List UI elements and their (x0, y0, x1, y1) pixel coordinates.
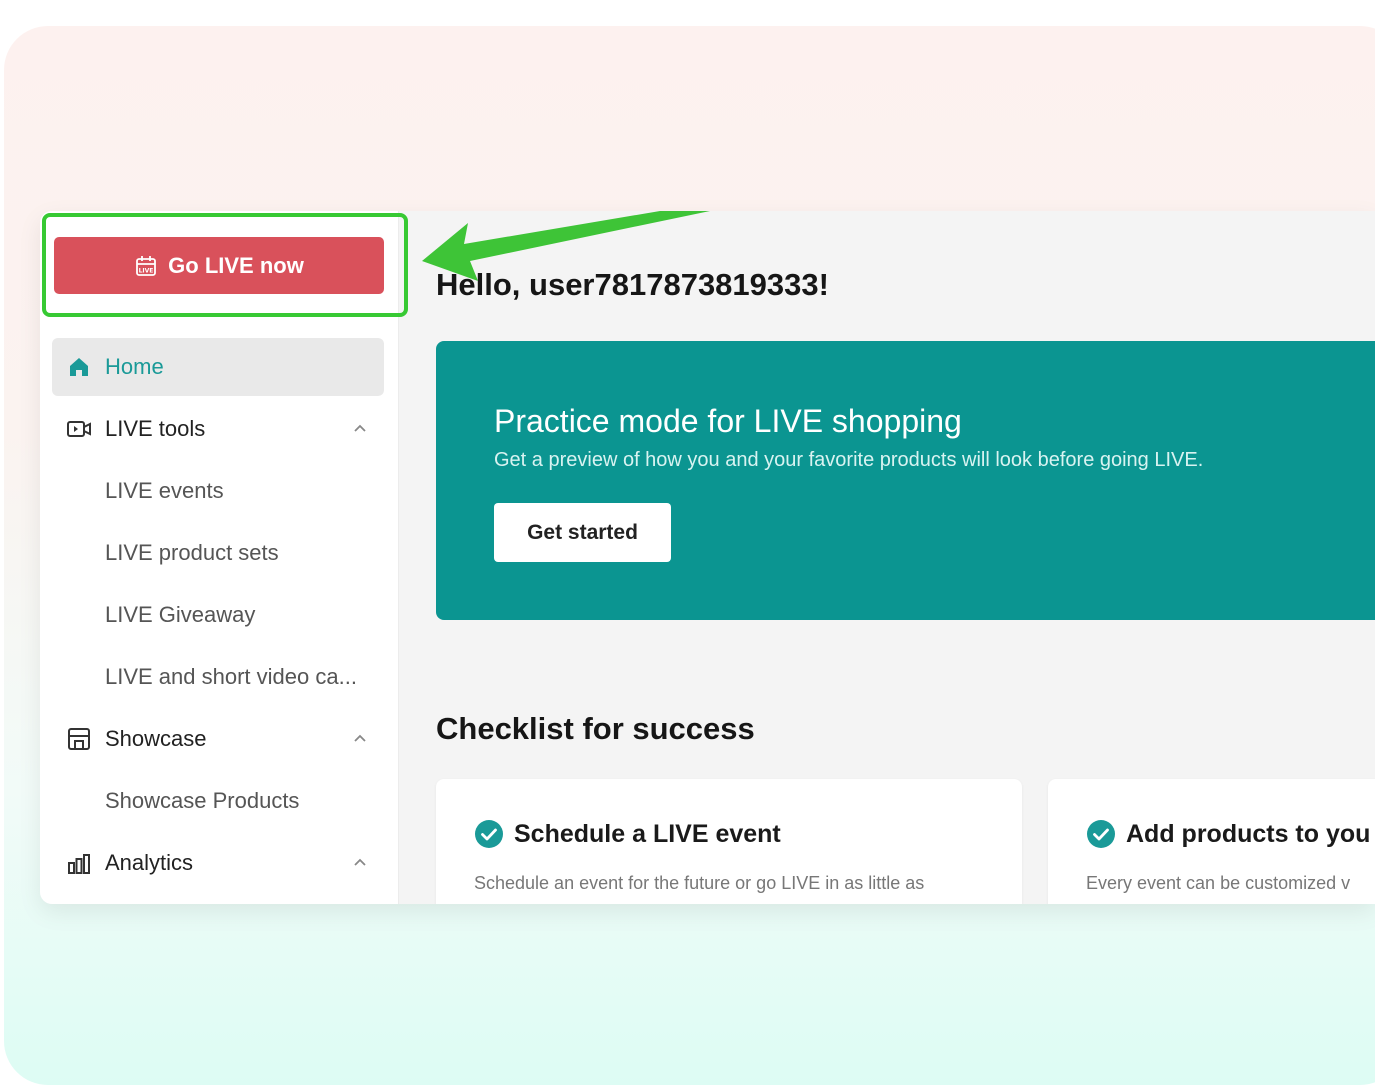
sidebar-item-label: Home (105, 354, 164, 379)
sidebar-nav: Home LIVE tools LIVE events LIVE product… (52, 338, 384, 896)
card-description: Every event can be customized v (1086, 873, 1351, 893)
checklist-title: Checklist for success (436, 711, 755, 746)
sidebar-item-label: LIVE Giveaway (105, 602, 256, 627)
app-window: LIVE Go LIVE now Home LIVE tools LIVE ev… (40, 211, 1375, 904)
main-content: Hello, user7817873819333! Practice mode … (436, 211, 1375, 904)
sidebar-item-label: Showcase Products (105, 788, 300, 813)
sidebar-item-label: Showcase (105, 726, 207, 751)
banner-subtitle: Get a preview of how you and your favori… (494, 449, 1204, 471)
sidebar-item-live-giveaway[interactable]: LIVE Giveaway (52, 586, 384, 644)
live-calendar-icon: LIVE (136, 255, 157, 276)
sidebar: LIVE Go LIVE now Home LIVE tools LIVE ev… (40, 211, 399, 904)
home-icon (66, 354, 92, 380)
sidebar-item-live-short-video[interactable]: LIVE and short video ca... (52, 648, 384, 706)
go-live-button[interactable]: LIVE Go LIVE now (54, 237, 384, 294)
card-title: Schedule a LIVE event (514, 820, 781, 848)
sidebar-item-home[interactable]: Home (52, 338, 384, 396)
card-description: Schedule an event for the future or go L… (474, 873, 925, 893)
sidebar-item-label: LIVE product sets (105, 540, 279, 565)
sidebar-item-showcase[interactable]: Showcase (52, 710, 384, 768)
practice-mode-banner: Practice mode for LIVE shopping Get a pr… (436, 341, 1375, 620)
sidebar-item-showcase-products[interactable]: Showcase Products (52, 772, 384, 830)
card-title: Add products to you (1126, 820, 1371, 848)
chevron-up-icon[interactable] (352, 855, 368, 871)
go-live-label: Go LIVE now (168, 252, 304, 278)
check-circle-icon (475, 820, 503, 848)
sidebar-item-label: Analytics (105, 850, 194, 875)
get-started-button[interactable]: Get started (494, 503, 671, 562)
banner-title: Practice mode for LIVE shopping (494, 403, 962, 439)
live-camera-icon (66, 416, 92, 442)
sidebar-item-label: LIVE and short video ca... (105, 664, 357, 689)
chevron-up-icon[interactable] (352, 421, 368, 437)
sidebar-item-analytics[interactable]: Analytics (52, 834, 384, 892)
sidebar-item-label: LIVE tools (105, 416, 206, 441)
sidebar-item-live-events[interactable]: LIVE events (52, 462, 384, 520)
checklist-card-schedule[interactable]: Schedule a LIVE event Schedule an event … (436, 779, 1022, 904)
svg-text:LIVE: LIVE (139, 267, 154, 274)
sidebar-item-live-product-sets[interactable]: LIVE product sets (52, 524, 384, 582)
pointer-arrow-icon (422, 211, 710, 281)
analytics-icon (66, 850, 92, 876)
chevron-up-icon[interactable] (352, 731, 368, 747)
checklist-card-add-products[interactable]: Add products to you Every event can be c… (1048, 779, 1375, 904)
sidebar-item-live-tools[interactable]: LIVE tools (52, 400, 384, 458)
store-icon (66, 726, 92, 752)
sidebar-item-label: LIVE events (105, 478, 224, 503)
check-circle-icon (1087, 820, 1115, 848)
